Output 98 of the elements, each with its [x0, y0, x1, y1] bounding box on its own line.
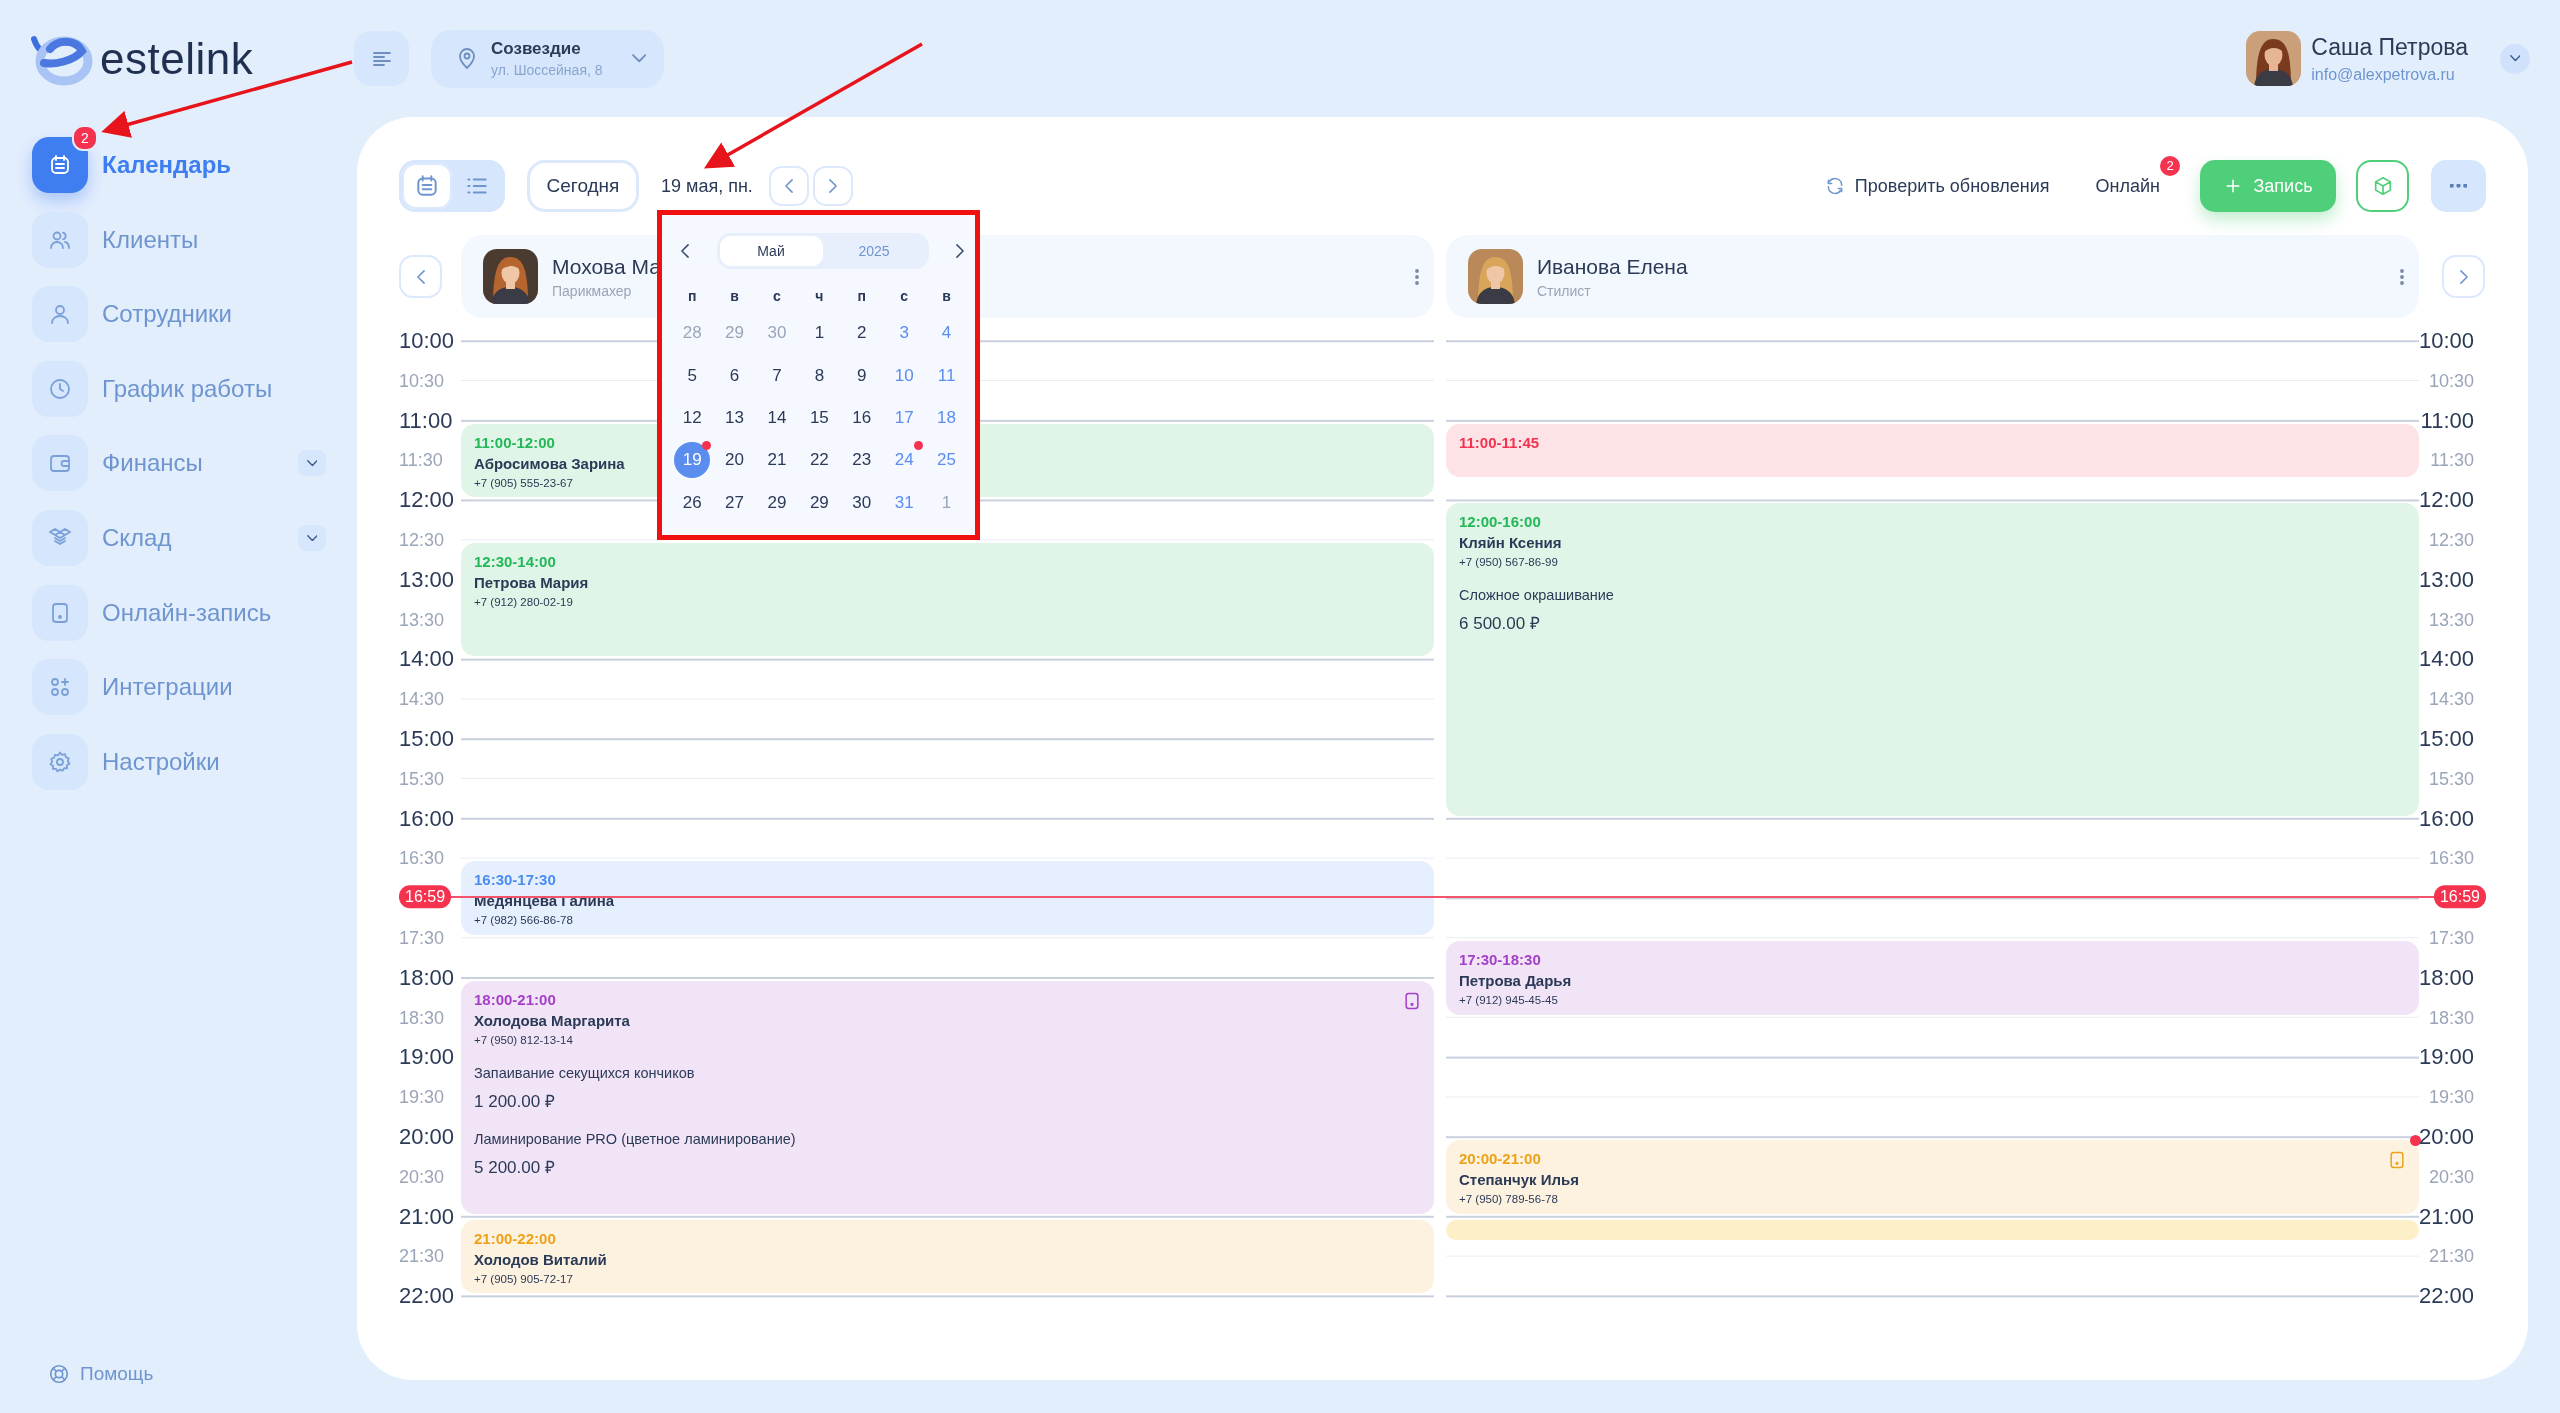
- appointment-time: 18:00-21:00: [474, 990, 556, 1008]
- client-name: Петрова Дарья: [1459, 972, 1572, 989]
- current-time-badge: 16:59: [399, 885, 452, 909]
- time-label: 21:00: [399, 1205, 455, 1228]
- client-phone: +7 (982) 566-86-78: [474, 914, 573, 927]
- service-name: Ламинирование PRO (цветное ламинирование): [474, 1130, 796, 1147]
- time-label: 11:00: [399, 409, 453, 432]
- time-label: 14:30: [399, 690, 445, 709]
- time-label: 10:00: [399, 330, 455, 352]
- time-label: 18:30: [2428, 1008, 2474, 1027]
- user-email: info@alexpetrova.ru: [2311, 65, 2456, 84]
- staff-role: Парикмахер: [552, 282, 632, 299]
- appointment-time: 11:00-12:00: [474, 433, 555, 451]
- time-label: 16:00: [399, 807, 455, 830]
- time-label: 15:00: [2418, 728, 2474, 750]
- client-phone: +7 (912) 945-45-45: [1459, 994, 1558, 1006]
- staff-role: Стилист: [1537, 282, 1591, 299]
- staff-name: Иванова Елена: [1537, 254, 1688, 279]
- time-label: 20:30: [2428, 1167, 2474, 1186]
- notification-badge: 2: [2160, 155, 2180, 176]
- time-label: 10:30: [2428, 371, 2474, 390]
- appointment-time: 17:30-18:30: [1459, 951, 1541, 968]
- time-label: 19:00: [399, 1046, 455, 1069]
- service-price: 1 200.00 ₽: [474, 1090, 555, 1112]
- time-label: 15:00: [399, 728, 455, 750]
- time-label: 13:00: [2418, 568, 2474, 591]
- current-time-badge: 16:59: [2433, 885, 2486, 909]
- service-price: 5 200.00 ₽: [474, 1156, 555, 1178]
- client-phone: +7 (950) 567-86-99: [1459, 556, 1558, 569]
- client-name: Кляйн Ксения: [1459, 534, 1562, 552]
- time-label: 22:00: [2418, 1285, 2474, 1308]
- time-label: 12:00: [399, 489, 455, 512]
- time-label: 12:00: [2418, 489, 2474, 512]
- time-label: 14:00: [399, 648, 455, 671]
- time-label: 21:30: [2428, 1247, 2474, 1266]
- time-label: 17:30: [2428, 929, 2474, 947]
- time-label: 13:00: [399, 568, 455, 591]
- notification-badge: 2: [72, 125, 98, 151]
- time-label: 16:30: [2428, 849, 2474, 868]
- location-name: Созвездие: [491, 39, 582, 59]
- time-label: 16:00: [2418, 807, 2474, 830]
- time-label: 19:00: [2418, 1046, 2474, 1069]
- service-price: 6 500.00 ₽: [1459, 613, 1540, 635]
- time-label: 17:30: [399, 929, 445, 947]
- weekday-label: ч: [814, 288, 825, 304]
- service-name: Запаивание секущихся кончиков: [474, 1064, 695, 1081]
- time-label: 18:00: [399, 966, 455, 989]
- time-label: 11:00: [2420, 409, 2474, 432]
- appointment-time: 16:30-17:30: [474, 871, 556, 889]
- current-date: 19 мая, пн.: [661, 175, 753, 197]
- weekday-label: в: [729, 288, 740, 304]
- brand-name: estelink: [100, 33, 254, 84]
- weekday-label: п: [856, 288, 867, 304]
- location-address: ул. Шоссейная, 8: [491, 62, 604, 78]
- time-label: 16:30: [399, 849, 445, 868]
- time-label: 21:00: [2418, 1205, 2474, 1228]
- client-phone: +7 (905) 555-23-67: [474, 476, 573, 489]
- weekday-label: в: [941, 288, 952, 304]
- time-label: 21:30: [399, 1247, 445, 1266]
- appointment-time: 11:00-11:45: [1459, 433, 1540, 451]
- time-label: 13:30: [399, 610, 445, 629]
- client-phone: +7 (950) 789-56-78: [1459, 1193, 1558, 1205]
- time-label: 13:30: [2428, 610, 2474, 629]
- time-label: 19:30: [399, 1088, 445, 1107]
- time-label: 14:00: [2418, 648, 2474, 671]
- appointment-time: 12:30-14:00: [474, 553, 556, 570]
- weekday-label: с: [772, 288, 782, 304]
- weekday-label: с: [899, 288, 910, 304]
- time-label: 22:00: [399, 1285, 455, 1308]
- time-label: 19:30: [2428, 1088, 2474, 1107]
- time-label: 12:30: [399, 531, 445, 549]
- client-phone: +7 (905) 905-72-17: [474, 1272, 573, 1285]
- client-phone: +7 (950) 812-13-14: [474, 1033, 573, 1046]
- weekday-label: п: [686, 288, 698, 304]
- client-phone: +7 (912) 280-02-19: [474, 596, 573, 608]
- appointment-time: 21:00-22:00: [474, 1229, 556, 1247]
- time-label: 10:30: [399, 371, 445, 390]
- user-name: Саша Петрова: [2311, 33, 2468, 61]
- time-label: 14:30: [2428, 690, 2474, 709]
- time-label: 10:00: [2418, 330, 2474, 352]
- client-name: Абросимова Зарина: [474, 454, 625, 472]
- time-label: 20:00: [399, 1126, 455, 1148]
- client-name: Степанчук Илья: [1459, 1171, 1579, 1188]
- client-name: Холодова Маргарита: [474, 1011, 630, 1029]
- time-label: 11:30: [2430, 451, 2474, 470]
- time-label: 18:00: [2418, 966, 2474, 989]
- client-name: Холодов Виталий: [474, 1250, 607, 1268]
- client-name: Петрова Мария: [474, 574, 589, 591]
- appointment-time: 12:00-16:00: [1459, 513, 1541, 531]
- time-label: 20:00: [2418, 1126, 2474, 1148]
- time-label: 18:30: [399, 1008, 445, 1027]
- time-label: 20:30: [399, 1167, 445, 1186]
- time-label: 12:30: [2428, 531, 2474, 549]
- time-label: 15:30: [2428, 769, 2474, 788]
- time-label: 15:30: [399, 769, 445, 788]
- appointment-time: 20:00-21:00: [1459, 1150, 1541, 1167]
- service-name: Сложное окрашивание: [1459, 587, 1614, 604]
- time-label: 11:30: [399, 451, 443, 470]
